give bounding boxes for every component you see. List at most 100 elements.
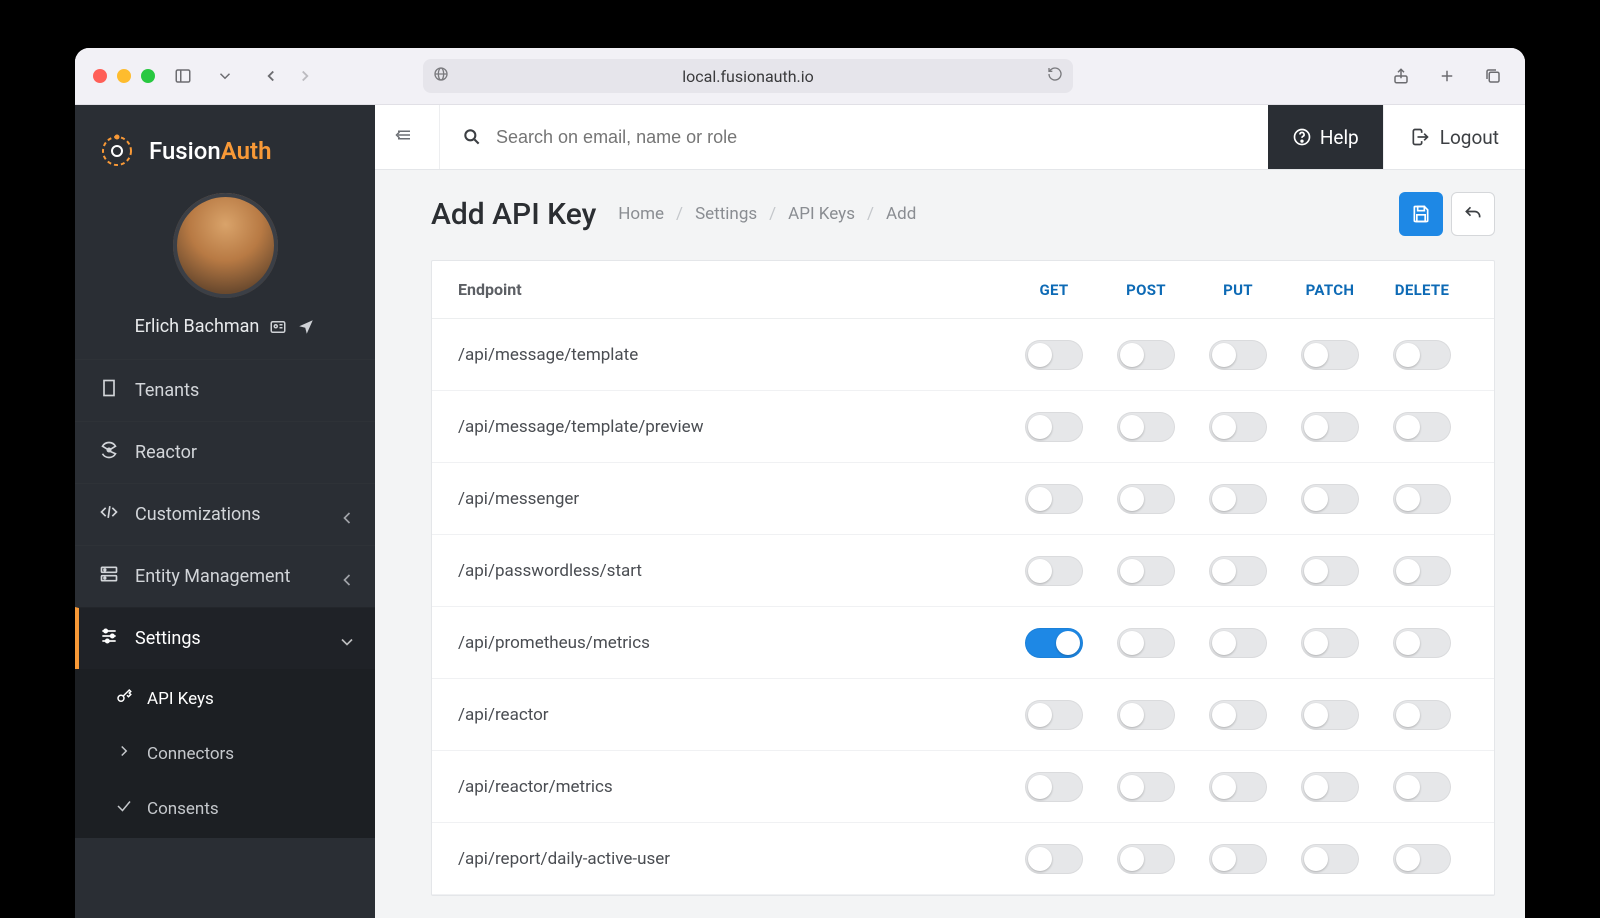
- toggle-put[interactable]: [1209, 556, 1267, 586]
- toggle-put[interactable]: [1209, 484, 1267, 514]
- toggle-put[interactable]: [1209, 700, 1267, 730]
- toggle-put[interactable]: [1209, 772, 1267, 802]
- chevron-left-icon: [337, 508, 351, 522]
- toggle-put[interactable]: [1209, 412, 1267, 442]
- sidebar-subitem-consents[interactable]: Consents: [75, 781, 375, 836]
- col-delete[interactable]: DELETE: [1376, 281, 1468, 299]
- toggle-post[interactable]: [1117, 556, 1175, 586]
- toggle-delete[interactable]: [1393, 772, 1451, 802]
- brand-icon: [97, 131, 137, 171]
- building-icon: [99, 378, 119, 403]
- toggle-post[interactable]: [1117, 772, 1175, 802]
- browser-toolbar: local.fusionauth.io: [75, 48, 1525, 105]
- col-patch[interactable]: PATCH: [1284, 281, 1376, 299]
- sidebar-item-settings[interactable]: Settings: [75, 607, 375, 669]
- brand[interactable]: FusionAuth: [75, 105, 375, 181]
- toggle-delete[interactable]: [1393, 700, 1451, 730]
- logout-button[interactable]: Logout: [1383, 105, 1525, 169]
- back-icon[interactable]: [257, 62, 285, 90]
- col-post[interactable]: POST: [1100, 281, 1192, 299]
- sidebar-subitem-label: Consents: [147, 799, 219, 819]
- logout-label: Logout: [1440, 126, 1499, 149]
- toggle-put[interactable]: [1209, 628, 1267, 658]
- breadcrumb: Home/Settings/API Keys/Add: [618, 204, 916, 224]
- toggle-put[interactable]: [1209, 340, 1267, 370]
- toggle-get[interactable]: [1025, 844, 1083, 874]
- col-put[interactable]: PUT: [1192, 281, 1284, 299]
- maximize-window-icon[interactable]: [141, 69, 155, 83]
- id-card-icon[interactable]: [269, 318, 287, 336]
- toggle-get[interactable]: [1025, 556, 1083, 586]
- sidebar-item-customizations[interactable]: Customizations: [75, 483, 375, 545]
- toggle-post[interactable]: [1117, 340, 1175, 370]
- toggle-delete[interactable]: [1393, 844, 1451, 874]
- toggle-delete[interactable]: [1393, 628, 1451, 658]
- reload-icon[interactable]: [1047, 66, 1063, 86]
- minimize-window-icon[interactable]: [117, 69, 131, 83]
- toggle-post[interactable]: [1117, 700, 1175, 730]
- toggle-post[interactable]: [1117, 844, 1175, 874]
- endpoint-cell: /api/message/template: [458, 345, 1008, 365]
- toggle-delete[interactable]: [1393, 556, 1451, 586]
- chevron-right-icon: [115, 742, 133, 765]
- search-input[interactable]: [496, 127, 1268, 148]
- sidebar-item-reactor[interactable]: Reactor: [75, 421, 375, 483]
- toggle-patch[interactable]: [1301, 412, 1359, 442]
- endpoint-cell: /api/message/template/preview: [458, 417, 1008, 437]
- table-row: /api/message/template: [432, 319, 1494, 391]
- avatar[interactable]: [173, 193, 278, 298]
- toggle-post[interactable]: [1117, 628, 1175, 658]
- toggle-patch[interactable]: [1301, 772, 1359, 802]
- close-window-icon[interactable]: [93, 69, 107, 83]
- toggle-post[interactable]: [1117, 412, 1175, 442]
- breadcrumb-item[interactable]: Home: [618, 204, 664, 224]
- toggle-get[interactable]: [1025, 772, 1083, 802]
- radiation-icon: [99, 440, 119, 465]
- help-button[interactable]: Help: [1268, 105, 1383, 169]
- save-button[interactable]: [1399, 192, 1443, 236]
- toggle-patch[interactable]: [1301, 700, 1359, 730]
- sidebar-item-entity-management[interactable]: Entity Management: [75, 545, 375, 607]
- sidebar-item-tenants[interactable]: Tenants: [75, 359, 375, 421]
- toggle-get[interactable]: [1025, 628, 1083, 658]
- url-bar[interactable]: local.fusionauth.io: [423, 59, 1073, 93]
- toggle-post[interactable]: [1117, 484, 1175, 514]
- forward-icon[interactable]: [291, 62, 319, 90]
- endpoint-cell: /api/report/daily-active-user: [458, 849, 1008, 869]
- sidebar-item-label: Customizations: [135, 504, 261, 525]
- table-row: /api/passwordless/start: [432, 535, 1494, 607]
- breadcrumb-item[interactable]: API Keys: [788, 204, 855, 224]
- toggle-patch[interactable]: [1301, 628, 1359, 658]
- toggle-delete[interactable]: [1393, 484, 1451, 514]
- table-row: /api/prometheus/metrics: [432, 607, 1494, 679]
- user-name: Erlich Bachman: [135, 316, 260, 337]
- toggle-patch[interactable]: [1301, 556, 1359, 586]
- sidebar-subitem-connectors[interactable]: Connectors: [75, 726, 375, 781]
- toggle-delete[interactable]: [1393, 412, 1451, 442]
- toggle-put[interactable]: [1209, 844, 1267, 874]
- toggle-patch[interactable]: [1301, 340, 1359, 370]
- toggle-delete[interactable]: [1393, 340, 1451, 370]
- location-arrow-icon[interactable]: [297, 318, 315, 336]
- cancel-button[interactable]: [1451, 192, 1495, 236]
- breadcrumb-item[interactable]: Settings: [695, 204, 757, 224]
- new-tab-icon[interactable]: [1433, 62, 1461, 90]
- toggle-patch[interactable]: [1301, 844, 1359, 874]
- col-get[interactable]: GET: [1008, 281, 1100, 299]
- sidebar-toggle-icon[interactable]: [169, 62, 197, 90]
- share-icon[interactable]: [1387, 62, 1415, 90]
- toggle-patch[interactable]: [1301, 484, 1359, 514]
- toggle-get[interactable]: [1025, 340, 1083, 370]
- toggle-get[interactable]: [1025, 412, 1083, 442]
- collapse-sidebar-icon[interactable]: [395, 126, 439, 148]
- table-row: /api/message/template/preview: [432, 391, 1494, 463]
- toggle-get[interactable]: [1025, 484, 1083, 514]
- toggle-get[interactable]: [1025, 700, 1083, 730]
- tabs-icon[interactable]: [1479, 62, 1507, 90]
- check-icon: [115, 797, 133, 820]
- help-icon: [1292, 127, 1312, 147]
- sidebar-subitem-label: Connectors: [147, 744, 234, 764]
- dropdown-icon[interactable]: [211, 62, 239, 90]
- sidebar-subitem-api-keys[interactable]: API Keys: [75, 671, 375, 726]
- endpoint-cell: /api/passwordless/start: [458, 561, 1008, 581]
